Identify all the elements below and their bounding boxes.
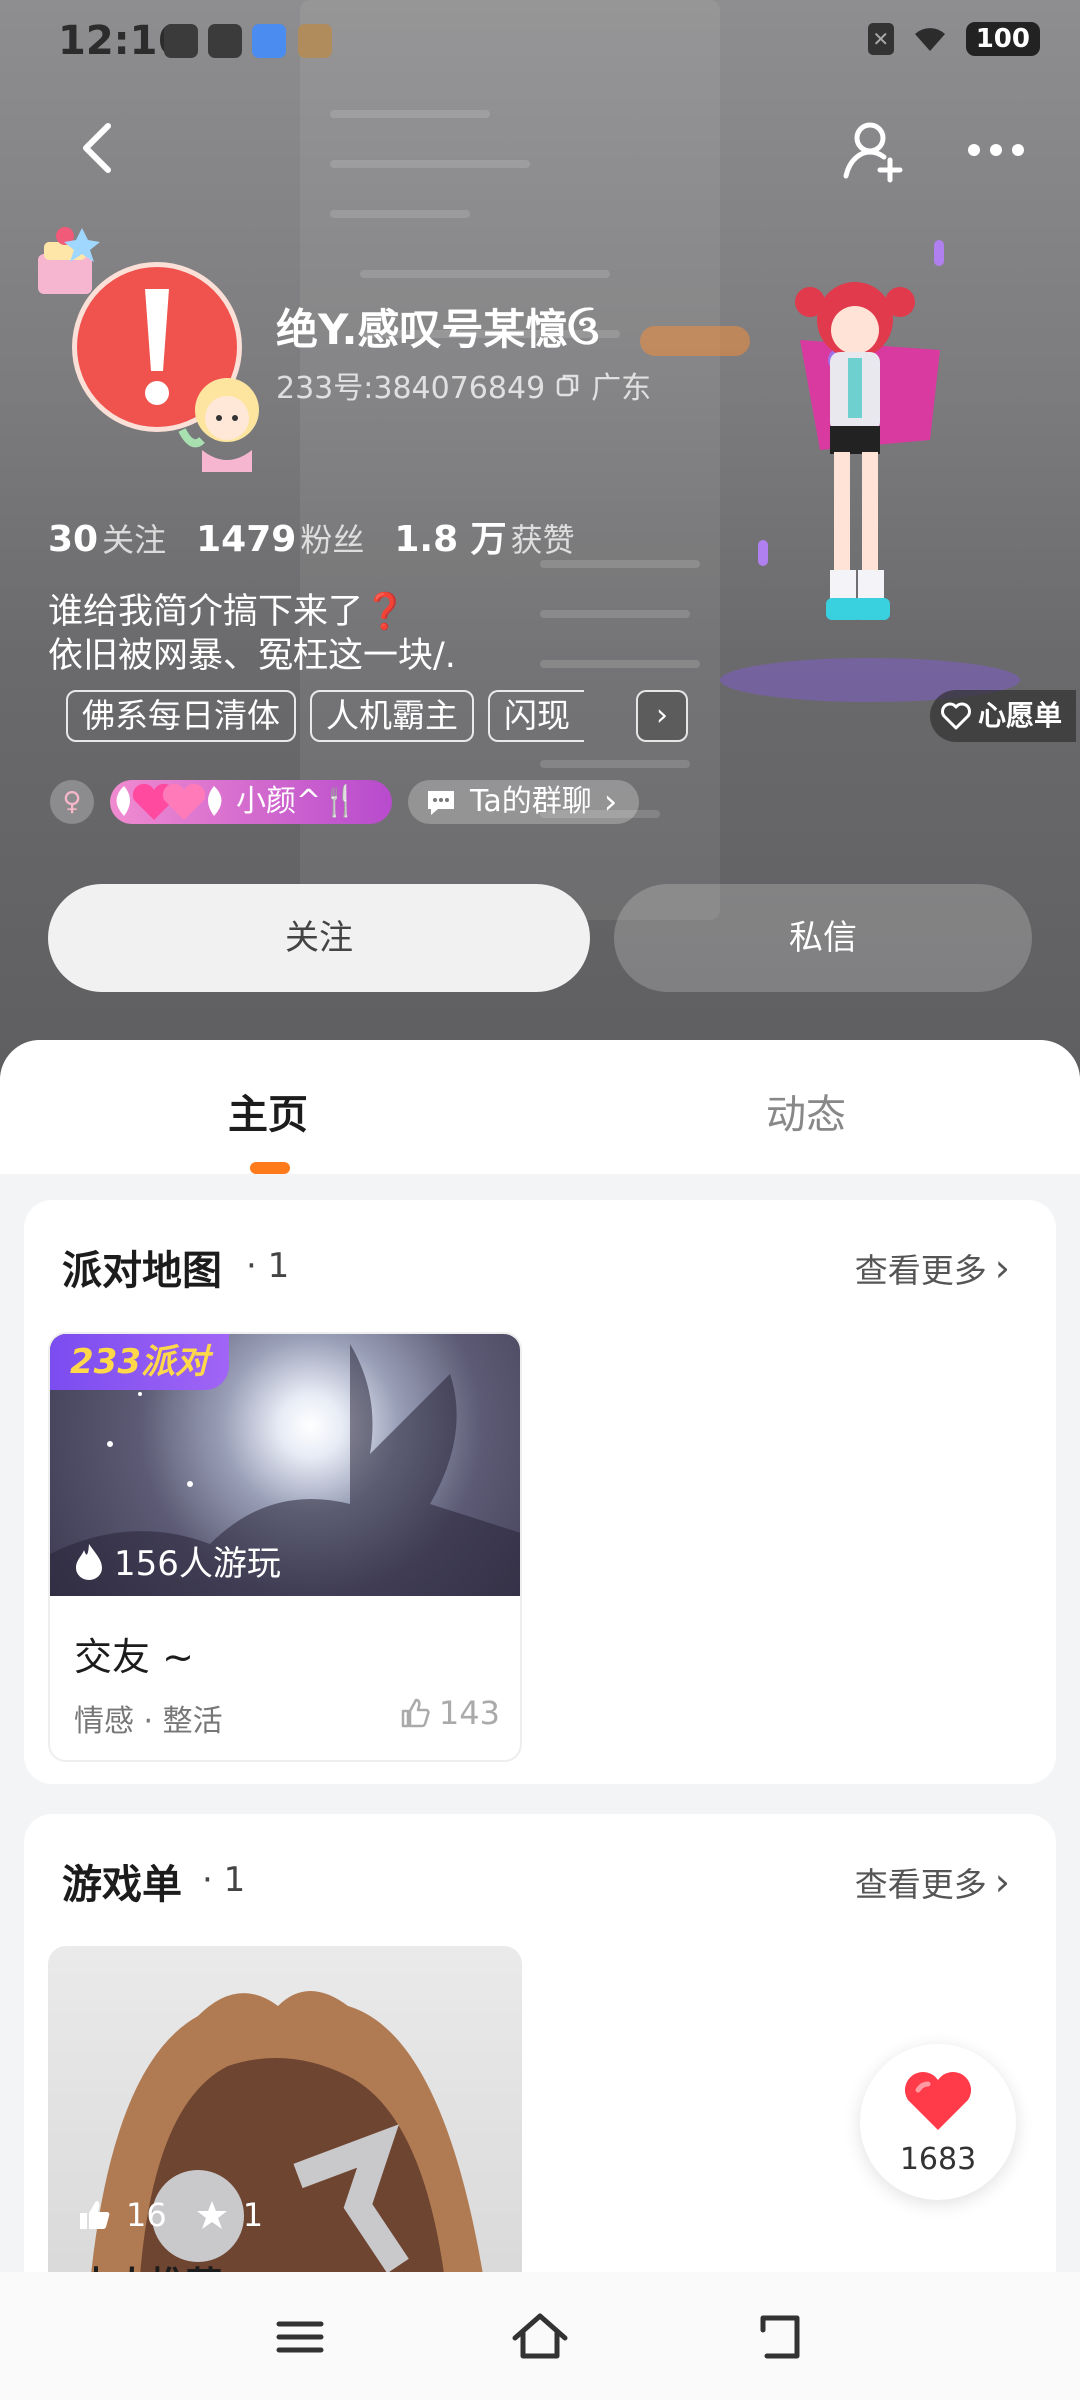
tab-posts[interactable]: 动态	[766, 1082, 846, 1140]
sim-icon: ✕	[867, 23, 894, 55]
more-icon[interactable]	[964, 122, 1028, 178]
stat-value: 1479	[196, 519, 297, 560]
profile-header: 12:16 ✕ 100 绝Y.感叹号某憶ઉ 233号:384076849 广东 …	[0, 0, 1080, 1100]
section-count: · 1	[202, 1860, 246, 1900]
section-title: 游戏单	[62, 1862, 182, 1908]
stat-value: 30	[48, 519, 99, 560]
stats-row: 30 关注 1479 粉丝 1.8 万获赞	[48, 510, 575, 562]
heart-icon	[904, 2071, 972, 2130]
status-right: ✕ 100	[867, 22, 1040, 56]
stat-label: 关注	[102, 521, 167, 559]
game-list-stats: 16 1	[78, 2196, 263, 2234]
tag[interactable]: 人机霸主	[310, 690, 474, 742]
avatar-frame-character-icon	[178, 378, 259, 472]
add-friend-icon[interactable]	[840, 118, 906, 184]
stat-likes[interactable]: 1.8 万获赞	[394, 510, 574, 562]
party-map-card[interactable]: 233派对 156人游玩 交友 ~ 情感 · 整活 143	[48, 1332, 522, 1762]
like-fab[interactable]: 1683	[860, 2044, 1016, 2200]
tag[interactable]: 闪现	[488, 690, 584, 742]
message-button[interactable]: 私信	[614, 884, 1032, 992]
map-category: 情感 · 整活	[74, 1704, 223, 1739]
follow-button[interactable]: 关注	[48, 884, 590, 992]
section-title: 派对地图	[62, 1248, 222, 1294]
see-more-label: 查看更多	[854, 1251, 987, 1290]
map-name: 交友 ~	[74, 1635, 194, 1679]
bio-line: 依旧被网暴、冤枉这一块/.	[48, 636, 456, 676]
section-count: · 1	[246, 1246, 290, 1286]
battery-indicator: 100	[965, 22, 1040, 56]
party-map-section: 派对地图 · 1 查看更多 › 233派对 156人游玩 交友 ~ 情感 · 整…	[24, 1200, 1056, 1784]
game-list-card[interactable]: 16 1 本人推荐	[48, 1946, 522, 2306]
app-notification-icon	[208, 24, 242, 58]
wifi-icon	[914, 28, 945, 51]
character-avatar[interactable]	[690, 240, 1050, 710]
tag[interactable]: 佛系每日清体	[66, 690, 296, 742]
stat-value: 1.8 万	[394, 519, 507, 560]
game-list-likes: 16	[126, 2196, 167, 2234]
location: 广东	[591, 371, 652, 406]
app-notification-icon	[298, 24, 332, 58]
flame-icon	[76, 1543, 102, 1580]
return-icon[interactable]	[745, 2302, 815, 2372]
chevron-right-icon: ›	[994, 1860, 1010, 1904]
see-more-link[interactable]: 查看更多 ›	[855, 1244, 1010, 1292]
bio: 谁给我简介搞下来了❓ 依旧被网暴、冤枉这一块/.	[48, 590, 456, 678]
home-icon[interactable]	[505, 2302, 575, 2372]
tab-home[interactable]: 主页	[228, 1082, 308, 1140]
badge-row: ♀ 小颜^🍴 Ta的群聊 ›	[50, 780, 640, 824]
see-more-link[interactable]: 查看更多 ›	[855, 1858, 1010, 1906]
wishlist-label: 心愿单	[978, 699, 1063, 732]
group-chat-button[interactable]: Ta的群聊 ›	[408, 780, 640, 824]
menu-icon[interactable]	[265, 2302, 335, 2372]
chat-bubble-icon	[428, 791, 454, 815]
like-count: 1683	[899, 2142, 977, 2177]
status-bar: 12:16 ✕ 100	[0, 0, 1080, 80]
stat-followers[interactable]: 1479 粉丝	[196, 515, 364, 561]
stat-label: 获赞	[510, 521, 575, 559]
tab-bar: 主页 动态	[0, 1040, 1080, 1174]
play-count-label: 156人游玩	[114, 1544, 281, 1584]
thumbs-up-icon	[80, 2201, 110, 2229]
stat-label: 粉丝	[300, 521, 365, 559]
app-notification-icon	[164, 24, 198, 58]
tags-expand-chevron-icon[interactable]: ›	[636, 690, 688, 742]
map-likes-count: 143	[438, 1694, 500, 1732]
user-id: 233号:384076849	[276, 371, 546, 406]
stat-following[interactable]: 30 关注	[48, 515, 166, 561]
copy-icon[interactable]	[555, 372, 581, 398]
heart-outline-icon	[941, 702, 971, 730]
avatar-frame-cake-icon	[38, 227, 100, 294]
bio-line: 谁给我简介搞下来了❓	[48, 592, 407, 632]
wishlist-button[interactable]: 心愿单	[930, 690, 1077, 742]
app-notification-icon	[252, 24, 286, 58]
friend-badge[interactable]: 小颜^🍴	[110, 780, 392, 824]
tag-list: 佛系每日清体 人机霸主 闪现 ›	[66, 690, 688, 742]
see-more-label: 查看更多	[854, 1865, 987, 1904]
tab-indicator	[250, 1162, 290, 1174]
gender-female-icon: ♀	[50, 780, 94, 824]
thumbs-up-icon	[401, 1698, 430, 1728]
avatar[interactable]	[22, 220, 262, 472]
star-icon	[196, 2201, 227, 2229]
friend-badge-label: 小颜^🍴	[236, 784, 359, 819]
party-badge: 233派对	[50, 1334, 229, 1390]
hearts-wings-icon	[116, 783, 222, 820]
chevron-right-icon: ›	[603, 782, 618, 822]
chevron-right-icon: ›	[994, 1246, 1010, 1290]
back-icon[interactable]	[70, 118, 130, 178]
game-list-stars: 1	[242, 2196, 264, 2234]
uid-line: 233号:384076849 广东	[276, 363, 651, 407]
play-count: 156人游玩	[74, 1536, 281, 1585]
map-likes[interactable]: 143	[399, 1694, 500, 1732]
group-chat-label: Ta的群聊	[470, 784, 592, 819]
system-nav-bar	[0, 2272, 1080, 2400]
game-list-thumbnail	[88, 1991, 488, 2306]
nickname: 绝Y.感叹号某憶ઉ	[276, 305, 600, 354]
